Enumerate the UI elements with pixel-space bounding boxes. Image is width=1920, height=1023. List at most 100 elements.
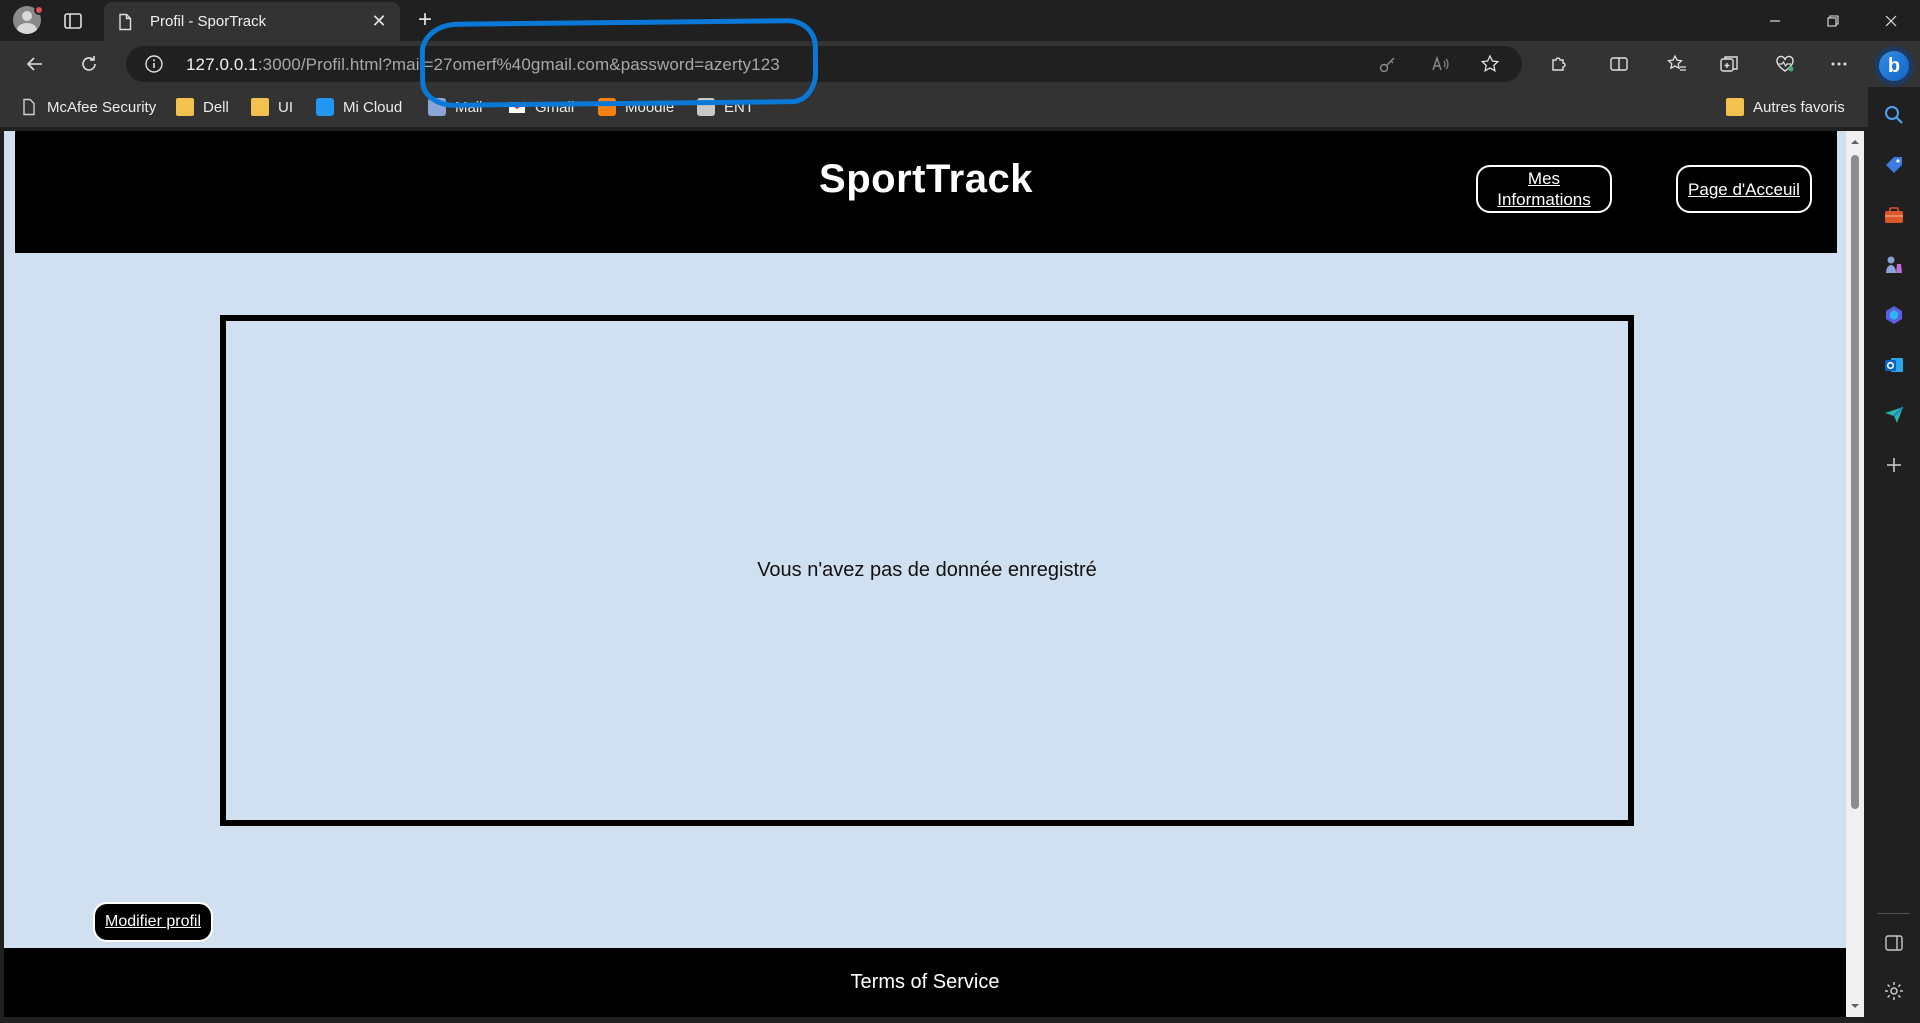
activity-data-panel: Vous n'avez pas de donnée enregistré — [220, 315, 1634, 826]
my-information-button[interactable]: Mes Informations — [1476, 165, 1612, 213]
url-text[interactable]: 127.0.0.1:3000/Profil.html?mail=27omerf%… — [186, 55, 780, 75]
split-screen-icon — [1610, 57, 1628, 71]
more-icon — [1831, 62, 1847, 66]
sidebar-outlook[interactable] — [1880, 351, 1908, 379]
bookmark-mail[interactable]: Mail — [428, 95, 483, 119]
vertical-scrollbar[interactable] — [1846, 131, 1864, 1017]
bookmark-label: Moodle — [625, 98, 675, 116]
extensions-button[interactable] — [1544, 49, 1574, 79]
minimize-button[interactable] — [1746, 0, 1804, 41]
favorites-button[interactable] — [1662, 49, 1692, 79]
sidebar-games[interactable] — [1880, 251, 1908, 279]
moodle-icon — [598, 98, 616, 116]
refresh-button[interactable] — [74, 49, 104, 79]
page-icon — [23, 98, 35, 116]
star-icon[interactable] — [1480, 54, 1500, 74]
bookmark-mi-cloud[interactable]: Mi Cloud — [316, 95, 402, 119]
new-tab-button[interactable]: + — [412, 8, 438, 34]
search-icon — [1885, 106, 1903, 124]
heart-pulse-icon — [1776, 55, 1794, 72]
toolbox-icon — [1885, 207, 1903, 223]
bookmark-label: ENT — [724, 98, 754, 116]
bookmark-label: Dell — [203, 98, 229, 116]
collections-button[interactable] — [1714, 49, 1744, 79]
settings-menu-button[interactable] — [1824, 49, 1854, 79]
bing-icon: b — [1879, 51, 1909, 81]
bookmark-label: Gmail — [535, 98, 575, 116]
browser-toolbar: 127.0.0.1:3000/Profil.html?mail=27omerf%… — [0, 41, 1920, 87]
sidebar-add[interactable] — [1880, 451, 1908, 479]
info-icon[interactable] — [144, 54, 164, 74]
bookmark-label: UI — [278, 98, 293, 116]
key-icon[interactable] — [1378, 54, 1398, 74]
paper-plane-icon — [1885, 406, 1904, 423]
collections-icon — [1720, 56, 1738, 72]
page-icon — [119, 13, 132, 30]
bookmark-ui[interactable]: UI — [251, 95, 293, 119]
scroll-up-icon[interactable] — [1850, 137, 1860, 147]
site-footer: Terms of Service — [4, 948, 1846, 1017]
puzzle-icon — [1552, 57, 1566, 71]
shopping-tag-icon — [1886, 157, 1902, 173]
folder-icon — [1726, 98, 1744, 116]
ent-icon — [697, 98, 715, 116]
my-information-label: Mes Informations — [1497, 169, 1591, 209]
home-page-button[interactable]: Page d'Acceuil — [1676, 165, 1812, 213]
restore-button[interactable] — [1804, 0, 1862, 41]
browser-essentials-button[interactable] — [1770, 49, 1800, 79]
bookmark-label: Autres favoris — [1753, 98, 1845, 116]
url-host: 127.0.0.1 — [186, 55, 258, 74]
m365-icon — [1886, 306, 1902, 324]
sidebar-microsoft-365[interactable] — [1880, 301, 1908, 329]
tab-actions-icon[interactable] — [60, 8, 86, 34]
folder-icon — [176, 98, 194, 116]
sidebar-shopping[interactable] — [1880, 151, 1908, 179]
tab-title: Profil - SporTrack — [150, 13, 267, 30]
bookmark-label: Mi Cloud — [343, 98, 403, 116]
bookmark-other-favorites[interactable]: Autres favoris — [1726, 95, 1845, 119]
browser-title-bar: Profil - SporTrack ✕ + — [0, 0, 1920, 41]
window-close-button[interactable] — [1862, 0, 1920, 41]
page-viewport: SportTrack Mes Informations Page d'Acceui… — [4, 131, 1846, 1017]
back-button[interactable] — [20, 49, 50, 79]
plus-icon — [1887, 458, 1901, 472]
notification-dot — [34, 5, 44, 15]
gmail-icon — [508, 101, 526, 113]
site-header: SportTrack Mes Informations Page d'Acceui… — [15, 131, 1837, 253]
scrollbar-thumb[interactable] — [1851, 155, 1859, 809]
address-bar[interactable]: 127.0.0.1:3000/Profil.html?mail=27omerf%… — [126, 46, 1522, 82]
folder-icon — [251, 98, 269, 116]
bookmark-ent[interactable]: ENT — [697, 95, 754, 119]
refresh-icon — [82, 56, 96, 71]
outlook-icon — [1885, 358, 1903, 372]
bookmark-gmail[interactable]: Gmail — [508, 95, 574, 119]
bookmark-label: McAfee Security — [47, 98, 157, 116]
sidebar-search[interactable] — [1880, 101, 1908, 129]
bookmarks-bar: McAfee Security Dell UI Mi Cloud Mail Gm… — [0, 87, 1920, 127]
bookmark-mcafee[interactable]: McAfee Security — [20, 95, 156, 119]
sidebar-drop[interactable] — [1880, 401, 1908, 429]
copilot-button[interactable]: b — [1874, 46, 1914, 86]
sidebar-divider — [1878, 913, 1910, 914]
sidebar-tools[interactable] — [1880, 201, 1908, 229]
arrow-left-icon — [26, 57, 42, 71]
close-icon[interactable]: ✕ — [370, 11, 388, 31]
bookmark-moodle[interactable]: Moodle — [598, 95, 674, 119]
edge-sidebar — [1868, 87, 1920, 1023]
tab-active[interactable]: Profil - SporTrack ✕ — [104, 2, 400, 41]
bookmark-dell[interactable]: Dell — [176, 95, 229, 119]
split-screen-button[interactable] — [1604, 49, 1634, 79]
read-aloud-icon[interactable] — [1430, 54, 1450, 74]
edit-profile-button[interactable]: Modifier profil — [93, 902, 213, 942]
sidebar-settings[interactable] — [1880, 977, 1908, 1005]
gear-icon — [1885, 982, 1903, 1000]
cloud-icon — [316, 98, 334, 116]
mail-icon — [428, 98, 446, 116]
terms-of-service-link[interactable]: Terms of Service — [851, 971, 1000, 994]
favorites-icon — [1667, 54, 1686, 71]
chess-piece-icon — [1886, 256, 1902, 273]
scroll-down-icon[interactable] — [1850, 1001, 1860, 1011]
empty-state-message: Vous n'avez pas de donnée enregistré — [757, 559, 1097, 581]
sidebar-hide-button[interactable] — [1880, 929, 1908, 957]
bookmark-label: Mail — [455, 98, 483, 116]
